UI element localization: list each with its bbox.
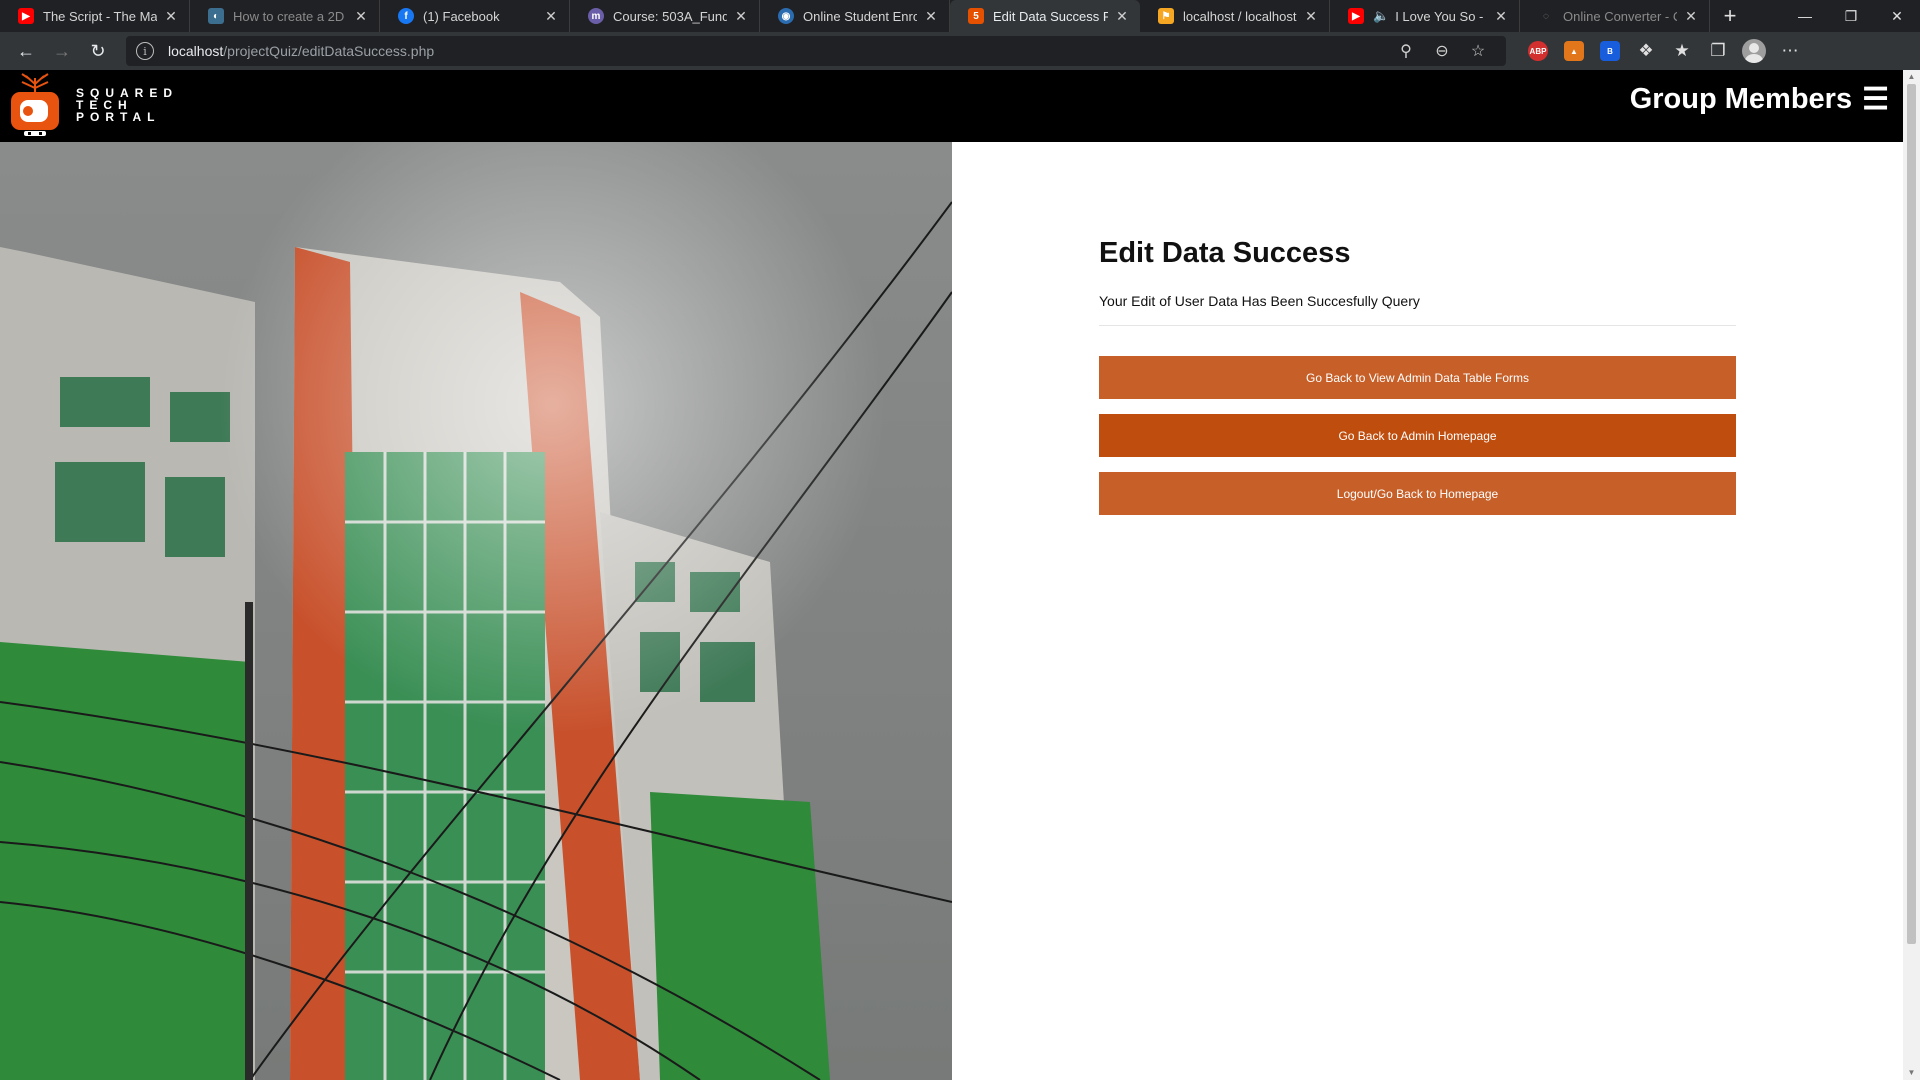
profile-avatar-icon[interactable] — [1736, 36, 1772, 66]
favorites-icon[interactable]: ★ — [1664, 36, 1700, 66]
close-tab-icon[interactable]: ✕ — [1114, 8, 1130, 25]
close-tab-icon[interactable]: ✕ — [923, 8, 939, 25]
tab-9[interactable]: ◌ Online Converter - Cor ✕ — [1520, 0, 1710, 32]
collections-icon[interactable]: ❐ — [1700, 36, 1736, 66]
close-tab-icon[interactable]: ✕ — [1303, 8, 1319, 25]
youtube-icon: ▶ — [1348, 8, 1364, 24]
phpmyadmin-icon: ⚑ — [1158, 8, 1174, 24]
tab-6[interactable]: 5 Edit Data Success Page ✕ — [950, 0, 1140, 32]
tab-5[interactable]: ◉ Online Student Enrollm ✕ — [760, 0, 950, 32]
restore-icon[interactable]: ❐ — [1828, 0, 1874, 32]
blender-icon: ◐ — [208, 8, 224, 24]
group-members-label: Group Members — [1629, 83, 1853, 115]
group-members-nav[interactable]: Group Members ☰ — [1630, 82, 1889, 117]
tab-title: How to create a 2D gar — [233, 8, 347, 24]
browser-toolbar: ← → ↻ i localhost/projectQuiz/editDataSu… — [0, 32, 1920, 70]
window-controls: — ❐ ✕ — [1782, 0, 1920, 32]
close-tab-icon[interactable]: ✕ — [353, 8, 369, 25]
page-scrollbar[interactable]: ▲ ▼ — [1903, 70, 1920, 1080]
close-tab-icon[interactable]: ✕ — [1683, 8, 1699, 25]
tab-4[interactable]: m Course: 503A_Fundam ✕ — [570, 0, 760, 32]
key-icon[interactable]: ⚲ — [1388, 41, 1424, 61]
back-arrow-icon[interactable]: ← — [8, 35, 44, 67]
robot-logo-icon — [8, 72, 62, 138]
divider — [1099, 325, 1736, 326]
url-path: /projectQuiz/editDataSuccess.php — [223, 43, 435, 59]
site-header: SQUARED TECH PORTAL Group Members ☰ — [0, 70, 1903, 142]
tab-7[interactable]: ⚑ localhost / localhost / r ✕ — [1140, 0, 1330, 32]
logo-line-3: PORTAL — [76, 110, 161, 124]
site-logo[interactable]: SQUARED TECH PORTAL — [8, 72, 178, 138]
tab-title: The Script - The Man W — [43, 8, 157, 24]
tab-title: Online Converter - Cor — [1563, 8, 1677, 24]
forward-arrow-icon[interactable]: → — [44, 35, 80, 67]
url-host: localhost — [168, 43, 224, 59]
logout-button[interactable]: Logout/Go Back to Homepage — [1099, 472, 1736, 515]
tab-8[interactable]: ▶ 🔈 I Love You So - Yo ✕ — [1330, 0, 1520, 32]
zoom-out-icon[interactable]: ⊖ — [1424, 41, 1460, 61]
tab-title: Online Student Enrollm — [803, 8, 917, 24]
tab-title: Edit Data Success Page — [993, 8, 1108, 24]
scroll-down-icon[interactable]: ▼ — [1903, 1066, 1920, 1080]
close-tab-icon[interactable]: ✕ — [543, 8, 559, 25]
hamburger-menu-icon[interactable]: ☰ — [1862, 82, 1889, 117]
site-info-icon[interactable]: i — [136, 42, 154, 60]
page-title: Edit Data Success — [1099, 237, 1351, 269]
close-tab-icon[interactable]: ✕ — [1493, 8, 1509, 25]
more-menu-icon[interactable]: ⋯ — [1772, 36, 1808, 66]
tab-1[interactable]: ▶ The Script - The Man W ✕ — [0, 0, 190, 32]
add-favorite-icon[interactable]: ☆ — [1460, 41, 1496, 61]
minimize-icon[interactable]: — — [1782, 0, 1828, 32]
tab-title: I Love You So - Yo — [1395, 8, 1487, 24]
tab-3[interactable]: f (1) Facebook ✕ — [380, 0, 570, 32]
loading-icon: ◌ — [1543, 10, 1549, 22]
logo-wordmark: SQUARED TECH PORTAL — [76, 87, 178, 123]
close-tab-icon[interactable]: ✕ — [733, 8, 749, 25]
admin-homepage-button[interactable]: Go Back to Admin Homepage — [1099, 414, 1736, 457]
success-panel: Edit Data Success Your Edit of User Data… — [1099, 237, 1736, 515]
success-message: Your Edit of User Data Has Been Succesfu… — [1099, 293, 1420, 309]
globe-icon: ◉ — [778, 8, 794, 24]
facebook-icon: f — [398, 8, 414, 24]
bitwarden-icon[interactable]: B — [1592, 36, 1628, 66]
new-tab-button[interactable]: + — [1710, 0, 1750, 32]
scroll-up-icon[interactable]: ▲ — [1903, 70, 1920, 84]
browser-tab-strip: + ▶ The Script - The Man W ✕ ◐ How to create… — [0, 0, 1920, 32]
metamask-icon[interactable]: ▲ — [1556, 36, 1592, 66]
reload-icon[interactable]: ↻ — [80, 35, 116, 67]
address-bar[interactable]: i localhost/projectQuiz/editDataSuccess.… — [126, 36, 1506, 66]
page-viewport: SQUARED TECH PORTAL Group Members ☰ Edit… — [0, 70, 1920, 1080]
tab-title: Course: 503A_Fundam — [613, 8, 727, 24]
tab-title: (1) Facebook — [423, 8, 500, 24]
tab-2[interactable]: ◐ How to create a 2D gar ✕ — [190, 0, 380, 32]
scrollbar-thumb[interactable] — [1907, 84, 1916, 944]
tab-title: localhost / localhost / r — [1183, 8, 1297, 24]
close-tab-icon[interactable]: ✕ — [163, 8, 179, 25]
adblock-plus-icon[interactable]: ABP — [1520, 36, 1556, 66]
extensions-puzzle-icon[interactable]: ❖ — [1628, 36, 1664, 66]
close-window-icon[interactable]: ✕ — [1874, 0, 1920, 32]
moodle-icon: m — [588, 8, 604, 24]
speaker-icon[interactable]: 🔈 — [1373, 8, 1389, 24]
view-admin-data-table-button[interactable]: Go Back to View Admin Data Table Forms — [1099, 356, 1736, 399]
html5-icon: 5 — [968, 8, 984, 24]
campus-building-image — [0, 142, 952, 1080]
youtube-icon: ▶ — [18, 8, 34, 24]
